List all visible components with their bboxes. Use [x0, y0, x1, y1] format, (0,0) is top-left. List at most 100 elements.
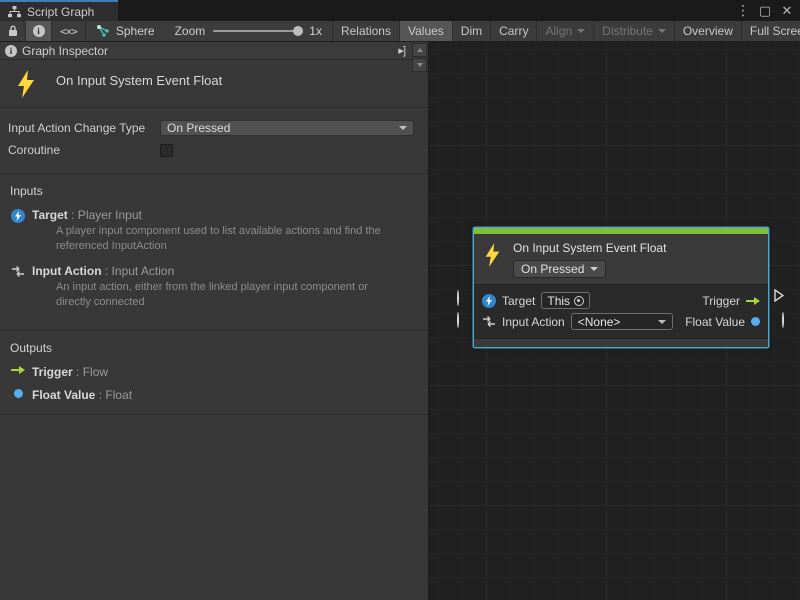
outputs-heading: Outputs	[10, 341, 420, 355]
node-mode-dropdown[interactable]: On Pressed	[513, 260, 606, 278]
flow-arrow-icon	[746, 297, 760, 305]
input-action-icon	[482, 315, 496, 328]
chevron-down-icon	[658, 320, 666, 324]
tab-script-graph[interactable]: Script Graph	[0, 0, 118, 21]
port-description: A player input component used to list av…	[56, 224, 420, 255]
port-name: Target	[32, 208, 68, 222]
port-description: An input action, either from the linked …	[56, 280, 420, 311]
change-type-value: On Pressed	[167, 121, 230, 135]
inspector-fields: Input Action Change Type On Pressed Coro…	[0, 108, 428, 174]
node-footer	[474, 338, 768, 347]
inputs-heading: Inputs	[10, 184, 420, 198]
input-action-dropdown[interactable]: <None>	[571, 313, 673, 330]
inspector-scroll-spinners	[412, 43, 427, 72]
lock-icon	[8, 25, 18, 37]
field-label-change-type: Input Action Change Type	[8, 121, 160, 135]
inspected-node-title: On Input System Event Float	[56, 70, 222, 88]
node-title: On Input System Event Float	[513, 241, 666, 255]
node-row-target: Target This Trigger	[482, 290, 760, 311]
graph-breadcrumb[interactable]: Sphere	[86, 21, 165, 41]
input-port-input-action[interactable]	[457, 313, 459, 327]
coroutine-checkbox[interactable]	[160, 144, 173, 157]
zoom-value: 1x	[309, 24, 322, 38]
info-icon: i	[33, 25, 45, 37]
window-menu-icon[interactable]: ⋮	[734, 2, 752, 20]
window-maximize-icon[interactable]: ▢	[756, 2, 774, 20]
output-port-trigger[interactable]	[774, 289, 784, 302]
player-input-icon	[11, 209, 25, 223]
chevron-down-icon	[399, 126, 407, 130]
output-port-float-value[interactable]	[782, 313, 784, 327]
float-value-label: Float Value	[685, 315, 745, 329]
scroll-up-button[interactable]	[412, 43, 427, 57]
port-type: : Input Action	[105, 264, 174, 278]
chevron-down-icon	[577, 29, 585, 33]
graph-inspector-panel: i Graph Inspector ▸] On Input System Eve…	[0, 42, 429, 600]
node-on-input-system-event-float[interactable]: On Input System Event Float On Pressed T…	[474, 228, 768, 347]
node-row-input-action: Input Action <None> Float Value	[482, 311, 760, 332]
float-value-dot-icon	[751, 317, 760, 326]
input-port-target[interactable]	[457, 291, 459, 305]
change-type-dropdown[interactable]: On Pressed	[160, 120, 414, 136]
node-header[interactable]: On Input System Event Float On Pressed	[474, 234, 768, 284]
info-icon: i	[5, 45, 17, 57]
float-value-dot-icon	[14, 389, 23, 398]
zoom-slider[interactable]	[213, 30, 301, 32]
output-item-trigger: Trigger : Flow	[8, 365, 420, 379]
object-picker-icon[interactable]	[574, 296, 584, 306]
inspector-toggle-button[interactable]: i	[26, 21, 52, 41]
flow-arrow-icon	[11, 366, 25, 374]
toolbar-button-carry[interactable]: Carry	[491, 21, 537, 41]
port-type: : Player Input	[71, 208, 142, 222]
target-label: Target	[502, 294, 535, 308]
graph-name-label: Sphere	[116, 24, 155, 38]
outputs-section: Outputs Trigger : Flow Float Value : Flo…	[0, 331, 428, 415]
field-label-coroutine: Coroutine	[8, 143, 160, 157]
code-icon: <×>	[60, 25, 77, 38]
inspector-header: i Graph Inspector ▸]	[0, 42, 428, 60]
node-body: Target This Trigger	[474, 284, 768, 338]
inspected-node-title-block: On Input System Event Float	[0, 60, 428, 108]
zoom-label: Zoom	[175, 24, 206, 38]
triangle-up-icon	[417, 48, 423, 52]
window-close-icon[interactable]: ✕	[778, 2, 796, 20]
chevron-down-icon	[590, 267, 598, 271]
target-object-chip[interactable]: This	[541, 292, 590, 309]
scroll-down-button[interactable]	[412, 58, 427, 72]
port-name: Input Action	[32, 264, 102, 278]
title-bar: Script Graph ⋮ ▢ ✕	[0, 0, 800, 21]
toolbar-button-overview[interactable]: Overview	[675, 21, 742, 41]
edit-script-button[interactable]: <×>	[52, 21, 86, 41]
inspector-title: Graph Inspector	[22, 44, 393, 58]
port-type: : Flow	[76, 365, 108, 379]
input-item-input-action: Input Action : Input Action An input act…	[8, 264, 420, 311]
toolbar-button-dim[interactable]: Dim	[453, 21, 491, 41]
inputs-section: Inputs Target : Player Input A player in…	[0, 174, 428, 331]
port-name: Float Value	[32, 388, 95, 402]
zoom-slider-handle[interactable]	[293, 26, 303, 36]
input-item-target: Target : Player Input A player input com…	[8, 208, 420, 255]
trigger-label: Trigger	[702, 294, 740, 308]
lightning-bolt-icon	[16, 70, 36, 98]
lock-button[interactable]	[0, 21, 26, 41]
lightning-bolt-icon	[484, 241, 501, 278]
toolbar-button-values[interactable]: Values	[400, 21, 453, 41]
tab-title: Script Graph	[27, 5, 94, 19]
player-input-icon	[482, 294, 496, 308]
zoom-control: Zoom 1x	[165, 21, 332, 41]
toolbar-button-align[interactable]: Align	[537, 21, 594, 41]
graph-asset-icon	[96, 25, 110, 37]
dock-panel-icon[interactable]: ▸]	[398, 44, 405, 57]
graph-toolbar: i <×> Sphere Zoom 1x Relations Values Di…	[0, 21, 800, 42]
graph-canvas[interactable]: On Input System Event Float On Pressed T…	[429, 42, 800, 600]
chevron-down-icon	[658, 29, 666, 33]
port-name: Trigger	[32, 365, 73, 379]
toolbar-button-distribute[interactable]: Distribute	[594, 21, 675, 41]
triangle-down-icon	[417, 63, 423, 67]
toolbar-button-fullscreen[interactable]: Full Screen	[742, 21, 800, 41]
output-item-float-value: Float Value : Float	[8, 388, 420, 402]
toolbar-button-relations[interactable]: Relations	[332, 21, 400, 41]
input-action-icon	[11, 265, 25, 311]
script-graph-icon	[8, 6, 21, 18]
input-action-label: Input Action	[502, 315, 565, 329]
